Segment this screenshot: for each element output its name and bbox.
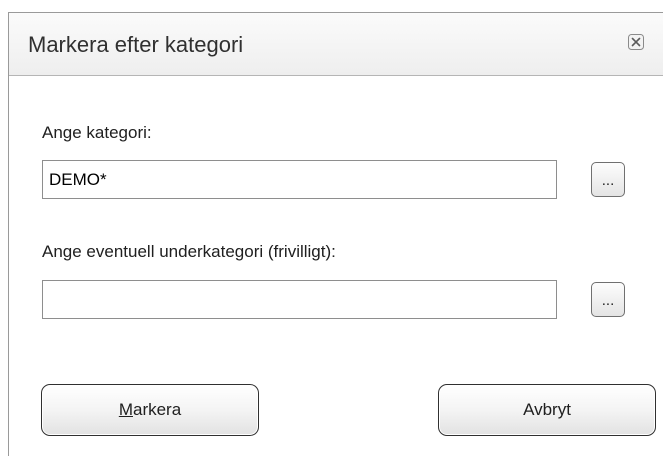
title-bar: Markera efter kategori	[9, 13, 663, 76]
subcategory-label: Ange eventuell underkategori (frivilligt…	[42, 242, 336, 261]
category-input[interactable]	[42, 160, 557, 199]
cancel-button-label: Avbryt	[523, 400, 571, 419]
dialog-window: Markera efter kategori Ange kategori: ..…	[8, 12, 663, 456]
subcategory-browse-button[interactable]: ...	[591, 282, 625, 317]
cancel-button[interactable]: Avbryt	[438, 384, 656, 436]
mark-button-accelerator: M	[118, 400, 133, 419]
mark-button-label: arkera	[132, 400, 182, 419]
close-icon[interactable]	[625, 31, 647, 53]
subcategory-input[interactable]	[42, 280, 557, 319]
category-browse-button[interactable]: ...	[591, 162, 625, 197]
mark-button[interactable]: Markera	[41, 384, 259, 436]
dialog-content: Ange kategori: ... Ange eventuell underk…	[9, 76, 663, 456]
dialog-title: Markera efter kategori	[28, 32, 244, 57]
category-label: Ange kategori:	[42, 123, 152, 142]
